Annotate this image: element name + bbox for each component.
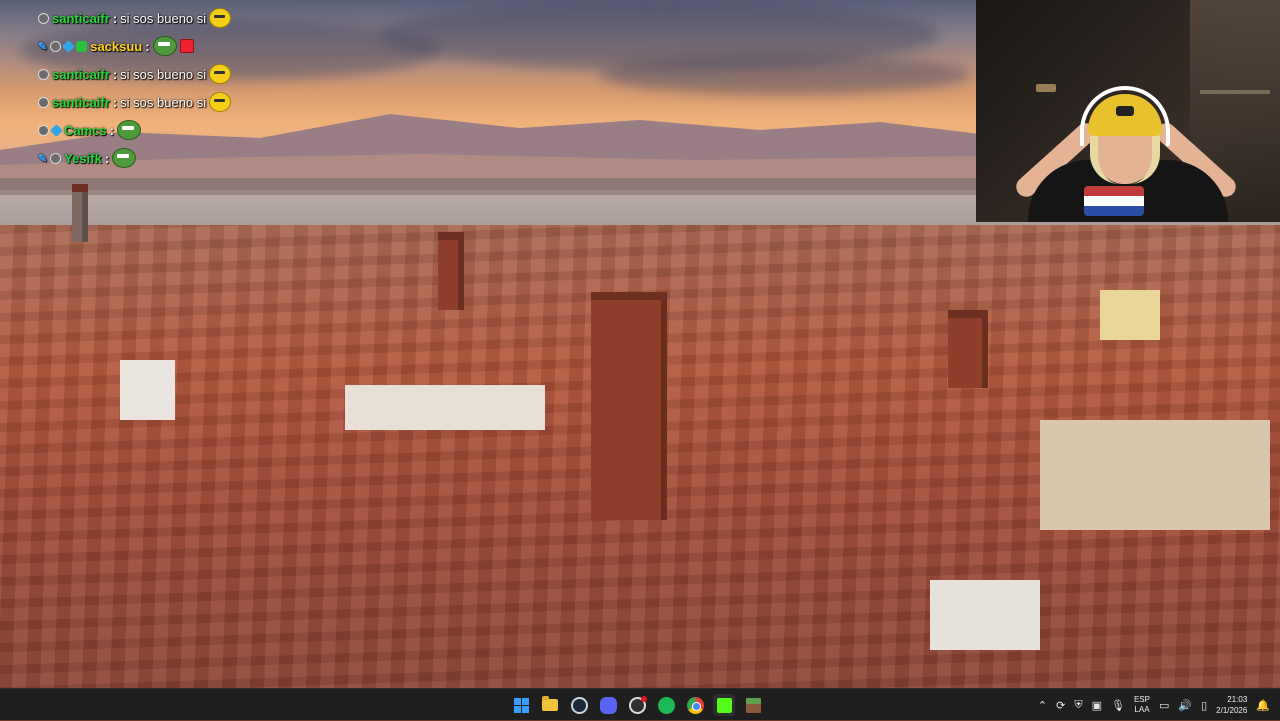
subscriber-badge-icon	[62, 39, 76, 53]
chat-text: si sos bueno si	[120, 94, 207, 110]
chrome-icon[interactable]	[684, 694, 706, 716]
chat-message: santicaifr: si sos bueno si	[38, 60, 278, 88]
sync-icon[interactable]: ⟳	[1056, 699, 1065, 712]
room-light	[1036, 84, 1056, 92]
chat-text: si sos bueno si	[120, 66, 207, 82]
chat-message: ✎ sacksuu:	[38, 32, 278, 60]
chat-username: Camcs	[64, 122, 107, 138]
bell-tower	[438, 232, 464, 310]
moderator-badge-icon	[38, 12, 49, 24]
chat-colon: :	[109, 122, 114, 138]
chat-message: Camcs:	[38, 116, 278, 144]
white-building	[930, 580, 1040, 650]
clock-date: 2/1/2026	[1216, 706, 1248, 715]
sunglasses-emote-icon	[209, 64, 232, 84]
sunglasses-emote-icon	[209, 8, 232, 28]
subscriber-badge-icon	[50, 123, 63, 137]
small-emote-icon	[179, 39, 194, 53]
moderator-badge-icon	[38, 124, 49, 136]
kick-icon[interactable]	[713, 694, 735, 716]
taskbar-pinned-apps	[510, 689, 764, 721]
chevron-up-icon[interactable]: ⌃	[1038, 699, 1047, 712]
room-shelf	[1200, 90, 1270, 94]
spotify-icon[interactable]	[655, 694, 677, 716]
chat-colon: :	[145, 38, 150, 54]
wrench-badge-icon: ✎	[38, 152, 48, 165]
stream-chat-overlay: santicaifr: si sos bueno si ✎ sacksuu: s…	[38, 4, 278, 172]
moderator-badge-icon	[50, 152, 62, 164]
alien-badge-icon	[76, 40, 88, 52]
white-building	[345, 385, 545, 430]
chat-message: santicaifr: si sos bueno si	[38, 88, 278, 116]
moderator-badge-icon	[38, 68, 49, 80]
chat-username: sacksuu	[90, 38, 143, 54]
keyboard-layout: LAA	[1134, 705, 1150, 714]
chat-text: si sos bueno si	[120, 10, 207, 26]
chat-message: ✎ Yesifk:	[38, 144, 278, 172]
yellow-building	[1100, 290, 1160, 340]
notification-bell-icon[interactable]: 🔔	[1256, 699, 1270, 712]
nvidia-icon[interactable]: ▣	[1092, 699, 1102, 712]
chat-colon: :	[112, 10, 118, 26]
chat-username: santicaifr	[52, 10, 110, 26]
bell-tower	[72, 184, 88, 242]
system-tray: ⌃ ⟳ ⛨ ▣ 🎙 ESP LAA ▭ 🔊 ▯ 21:03 2/1/2026 🔔	[1038, 689, 1280, 721]
chat-message: santicaifr: si sos bueno si	[38, 4, 278, 32]
volume-icon[interactable]: 🔊	[1178, 699, 1192, 712]
chat-username: Yesifk	[64, 150, 102, 166]
file-explorer-icon[interactable]	[539, 694, 561, 716]
minecraft-icon[interactable]	[742, 694, 764, 716]
language-code: ESP	[1133, 695, 1150, 704]
battery-icon[interactable]: ▯	[1201, 699, 1207, 712]
webcam-overlay	[976, 0, 1280, 222]
network-icon[interactable]: ▭	[1159, 699, 1169, 712]
start-icon[interactable]	[510, 694, 532, 716]
chat-colon: :	[104, 150, 110, 166]
steam-icon[interactable]	[568, 694, 590, 716]
white-building	[120, 360, 175, 420]
bell-tower	[591, 292, 667, 520]
pepe-emote-icon	[152, 36, 177, 56]
clock-time: 21:03	[1227, 695, 1248, 704]
moderator-badge-icon	[38, 96, 49, 108]
palazzo-facade	[1040, 420, 1270, 530]
microphone-icon[interactable]: 🎙	[1111, 699, 1125, 712]
chat-username: santicaifr	[52, 66, 110, 82]
shirt-graphic	[1084, 186, 1144, 216]
taskbar-clock[interactable]: 21:03 2/1/2026	[1216, 694, 1247, 716]
cloud	[600, 55, 970, 95]
windows-taskbar: ⌃ ⟳ ⛨ ▣ 🎙 ESP LAA ▭ 🔊 ▯ 21:03 2/1/2026 🔔	[0, 688, 1280, 720]
wrench-badge-icon: ✎	[38, 40, 48, 53]
sunglasses-emote-icon	[209, 92, 232, 112]
pepe-emote-icon	[112, 148, 137, 168]
obs-icon[interactable]	[626, 694, 648, 716]
shield-icon[interactable]: ⛨	[1074, 698, 1082, 712]
chat-colon: :	[112, 66, 118, 82]
moderator-badge-icon	[50, 40, 62, 52]
chat-username: santicaifr	[52, 94, 110, 110]
discord-icon[interactable]	[597, 694, 619, 716]
bell-tower	[948, 310, 988, 388]
input-language-indicator[interactable]: ESP LAA	[1134, 695, 1150, 715]
pepe-emote-icon	[116, 120, 141, 140]
chat-colon: :	[112, 94, 118, 110]
headphones	[1080, 86, 1170, 146]
